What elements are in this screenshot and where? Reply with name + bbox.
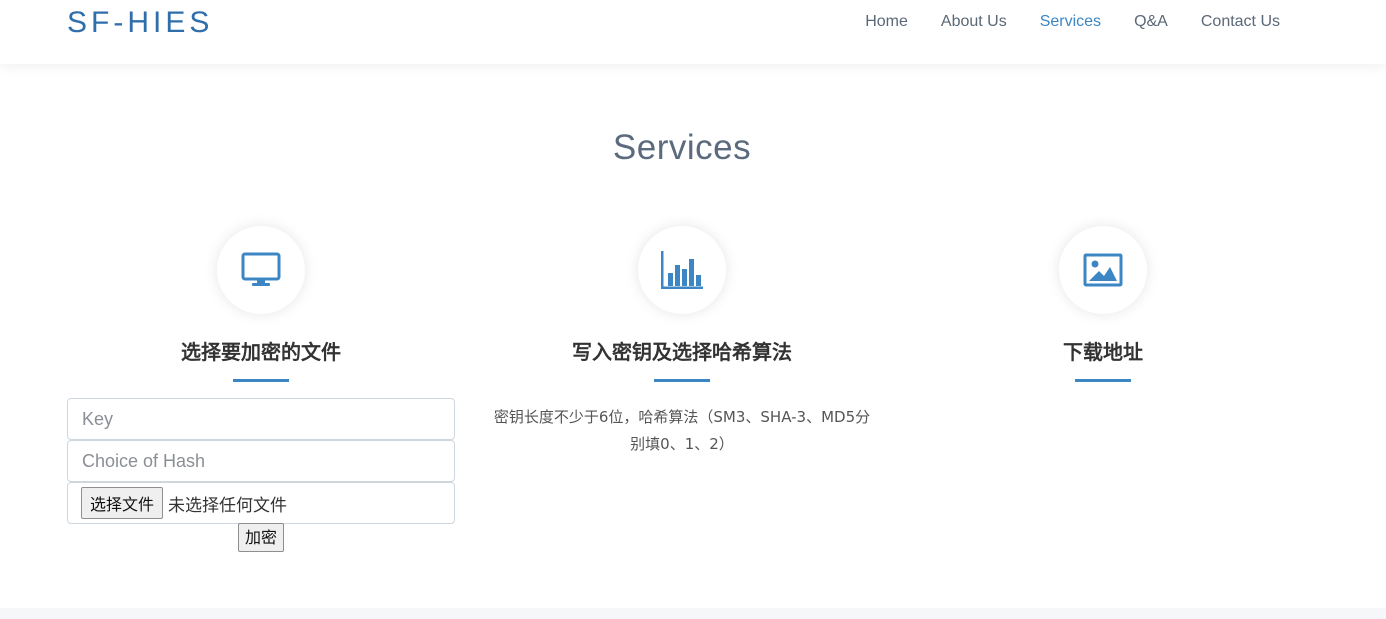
- nav-home[interactable]: Home: [865, 13, 908, 31]
- icon-circle: [638, 226, 726, 314]
- nav-about-us[interactable]: About Us: [941, 13, 1007, 31]
- section-title: Services: [612, 128, 752, 167]
- icon-circle: [217, 226, 305, 314]
- encrypt-form: 选择文件 未选择任何文件 加密: [67, 398, 455, 552]
- file-picker: 选择文件 未选择任何文件: [67, 482, 455, 524]
- choose-file-button[interactable]: 选择文件: [81, 487, 164, 519]
- nav-contact-us[interactable]: Contact Us: [1201, 13, 1280, 31]
- service-column-encrypt: 选择要加密的文件 选择文件 未选择任何文件 加密: [67, 226, 455, 552]
- hash-choice-input[interactable]: [67, 440, 455, 482]
- service-column-key-hash: 写入密钥及选择哈希算法 密钥长度不少于6位，哈希算法（SM3、SHA-3、MD5…: [488, 226, 876, 458]
- icon-circle: [1059, 226, 1147, 314]
- brand-logo[interactable]: SF-HIES: [67, 6, 213, 40]
- top-navbar: SF-HIES Home About Us Services Q&A Conta…: [0, 0, 1386, 64]
- service-column-download: 下载地址: [909, 226, 1297, 382]
- column-title: 下载地址: [1063, 340, 1143, 364]
- column-description: 密钥长度不少于6位，哈希算法（SM3、SHA-3、MD5分别填0、1、2）: [493, 408, 871, 453]
- bar-chart-icon: [661, 251, 703, 289]
- title-underline: [233, 379, 289, 382]
- title-underline: [654, 379, 710, 382]
- nav-services[interactable]: Services: [1040, 13, 1101, 31]
- services-section: Services 选择要加密的文件 选择文件 未选择任何文件 加密: [0, 64, 1386, 608]
- monitor-icon: [241, 252, 281, 286]
- nav-qa[interactable]: Q&A: [1134, 13, 1168, 31]
- image-icon: [1083, 253, 1123, 287]
- title-underline: [1075, 379, 1131, 382]
- nav-menu: Home About Us Services Q&A Contact Us: [832, 13, 1280, 31]
- submit-wrap: 加密: [67, 523, 455, 552]
- key-input[interactable]: [67, 398, 455, 440]
- encrypt-button[interactable]: 加密: [237, 523, 284, 552]
- column-title: 写入密钥及选择哈希算法: [572, 340, 792, 364]
- column-title: 选择要加密的文件: [181, 340, 341, 364]
- file-status-text: 未选择任何文件: [168, 495, 288, 516]
- footer-strip: [0, 608, 1386, 619]
